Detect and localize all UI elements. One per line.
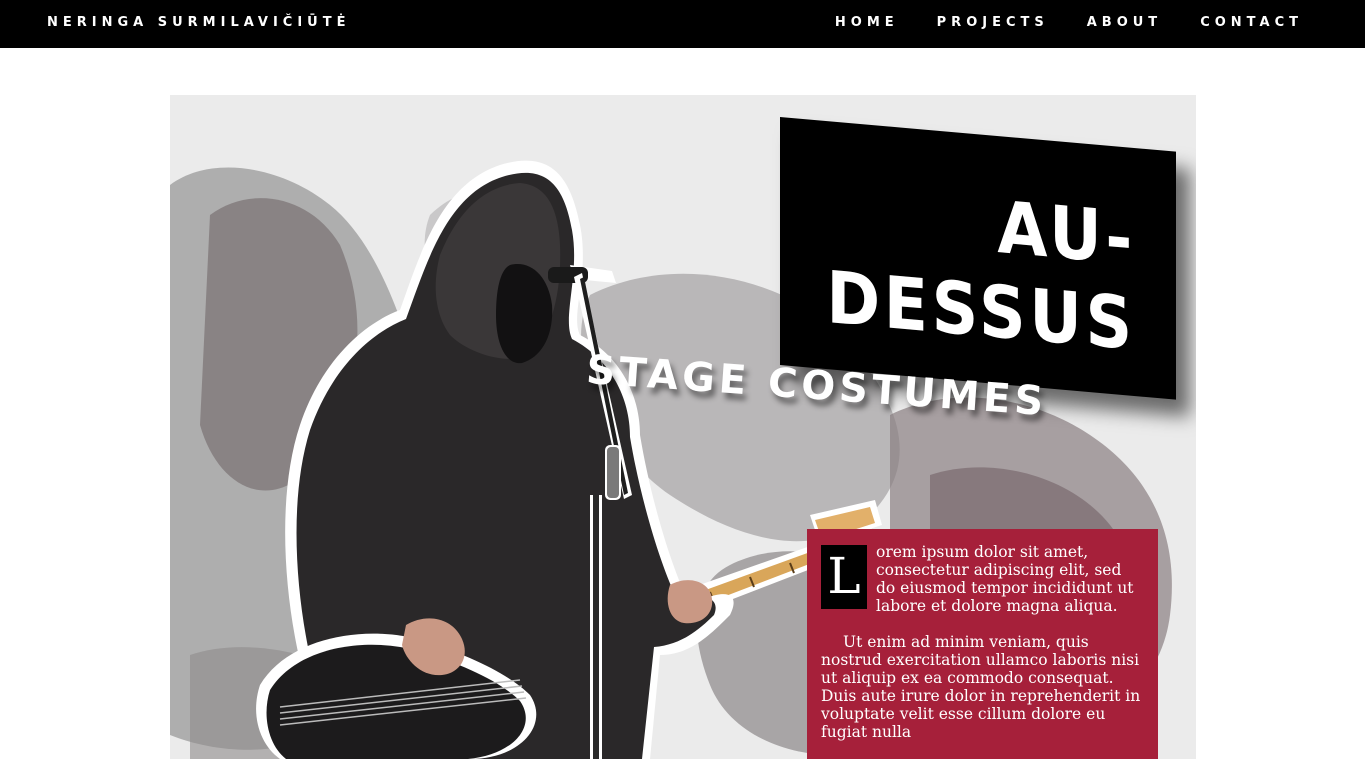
description-paragraph-1: Lorem ipsum dolor sit amet, consectetur …	[821, 543, 1144, 615]
dropcap-letter: L	[821, 545, 867, 609]
nav-link-contact[interactable]: CONTACT	[1200, 15, 1303, 30]
nav-link-projects[interactable]: PROJECTS	[937, 15, 1049, 30]
site-brand[interactable]: NERINGA SURMILAVIČIŪTĖ	[47, 15, 351, 30]
nav-link-about[interactable]: ABOUT	[1087, 15, 1162, 30]
project-title-block: AU- DESSUS	[780, 117, 1176, 400]
nav-link-home[interactable]: HOME	[835, 15, 899, 30]
description-panel: Lorem ipsum dolor sit amet, consectetur …	[807, 529, 1158, 759]
top-navbar: NERINGA SURMILAVIČIŪTĖ HOME PROJECTS ABO…	[0, 0, 1365, 48]
hero-section: AU- DESSUS STAGE COSTUMES Lorem ipsum do…	[170, 95, 1196, 759]
project-title-line-1: AU-	[997, 185, 1136, 282]
description-paragraph-1-text: orem ipsum dolor sit amet, consectetur a…	[876, 543, 1134, 615]
nav-links: HOME PROJECTS ABOUT CONTACT	[835, 15, 1303, 30]
description-paragraph-2: Ut enim ad minim veniam, quis nostrud ex…	[821, 633, 1141, 741]
